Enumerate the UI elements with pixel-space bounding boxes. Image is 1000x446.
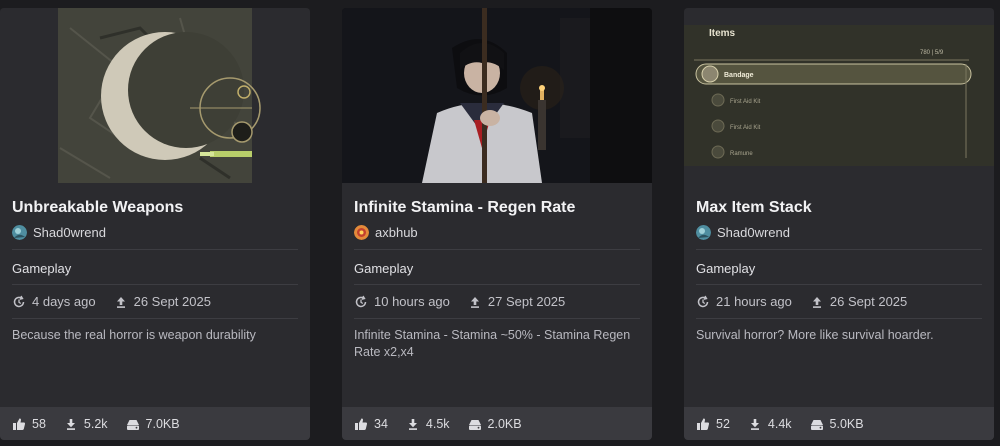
author-name[interactable]: Shad0wrend [33,225,106,240]
mod-title[interactable]: Infinite Stamina - Regen Rate [354,199,575,217]
size-stat: 5.0KB [810,417,864,431]
avatar [696,225,711,240]
mod-description: Infinite Stamina - Stamina ~50% - Stamin… [354,328,631,359]
thumb-item-0: Bandage [724,72,754,79]
mod-author[interactable]: Shad0wrend [12,225,106,240]
storage-icon [810,417,824,431]
upload-icon [468,295,482,309]
upload-date: 27 Sept 2025 [487,294,566,309]
mod-card-infinite-stamina[interactable]: Infinite Stamina - Regen Rate axbhub Gam… [342,8,652,440]
mod-thumbnail[interactable]: Items 780 | 5/9 Bandage First Aid Kit Fi… [684,8,994,183]
mod-category[interactable]: Gameplay [354,261,413,276]
divider [354,318,640,319]
upload-icon [114,295,128,309]
divider [696,318,982,319]
mod-author[interactable]: Shad0wrend [696,225,790,240]
updated-time: 21 hours ago [716,294,792,309]
thumbs-up-icon [12,417,26,431]
author-name[interactable]: axbhub [375,225,418,240]
mod-card-unbreakable-weapons[interactable]: Unbreakable Weapons Shad0wrend Gameplay … [0,8,310,440]
mod-stats-bar: 58 5.2k 7.0KB [0,407,310,440]
clock-refresh-icon [354,295,368,309]
mod-category[interactable]: Gameplay [12,261,71,276]
size-stat: 7.0KB [126,417,180,431]
likes-stat[interactable]: 52 [696,417,730,431]
mod-category[interactable]: Gameplay [696,261,755,276]
upload-date: 26 Sept 2025 [829,294,908,309]
downloads-count: 5.2k [83,416,108,431]
clock-refresh-icon [12,295,26,309]
download-icon [406,417,420,431]
divider [12,284,298,285]
likes-count: 52 [716,416,730,431]
downloads-stat: 4.4k [748,417,792,431]
file-size: 5.0KB [829,416,864,431]
download-icon [748,417,762,431]
thumb-item-3: Ramune [730,151,753,157]
mod-description: Because the real horror is weapon durabi… [12,328,256,342]
storage-icon [468,417,482,431]
likes-count: 34 [374,416,388,431]
mod-meta: 10 hours ago 27 Sept 2025 [354,294,583,309]
mod-meta: 4 days ago 26 Sept 2025 [12,294,229,309]
likes-count: 58 [32,416,46,431]
avatar [12,225,27,240]
thumbs-up-icon [354,417,368,431]
upload-date: 26 Sept 2025 [133,294,211,309]
likes-stat[interactable]: 58 [12,417,46,431]
downloads-stat: 4.5k [406,417,450,431]
file-size: 7.0KB [145,416,180,431]
download-icon [64,417,78,431]
thumb-items-counter: 780 | 5/9 [920,50,944,56]
likes-stat[interactable]: 34 [354,417,388,431]
mod-title[interactable]: Max Item Stack [696,199,812,217]
divider [354,284,640,285]
mod-description: Survival horror? More like survival hoar… [696,328,934,342]
file-size: 2.0KB [487,416,522,431]
thumb-item-1: First Aid Kit [730,99,761,105]
divider [12,318,298,319]
upload-icon [810,295,824,309]
size-stat: 2.0KB [468,417,522,431]
mod-author[interactable]: axbhub [354,225,418,240]
avatar [354,225,369,240]
downloads-count: 4.4k [767,416,792,431]
thumb-items-header: Items [709,28,736,39]
downloads-stat: 5.2k [64,417,108,431]
divider [696,249,982,250]
divider [12,249,298,250]
updated-time: 10 hours ago [374,294,450,309]
storage-icon [126,417,140,431]
mod-stats-bar: 52 4.4k 5.0KB [684,407,994,440]
mod-thumbnail[interactable] [0,8,310,183]
mod-meta: 21 hours ago 26 Sept 2025 [696,294,925,309]
downloads-count: 4.5k [425,416,450,431]
mod-stats-bar: 34 4.5k 2.0KB [342,407,652,440]
thumbs-up-icon [696,417,710,431]
mod-title[interactable]: Unbreakable Weapons [12,199,183,217]
divider [354,249,640,250]
mod-card-max-item-stack[interactable]: Items 780 | 5/9 Bandage First Aid Kit Fi… [684,8,994,440]
updated-time: 4 days ago [32,294,96,309]
clock-refresh-icon [696,295,710,309]
divider [696,284,982,285]
thumb-item-2: First Aid Kit [730,125,761,131]
author-name[interactable]: Shad0wrend [717,225,790,240]
mod-thumbnail[interactable] [342,8,652,183]
